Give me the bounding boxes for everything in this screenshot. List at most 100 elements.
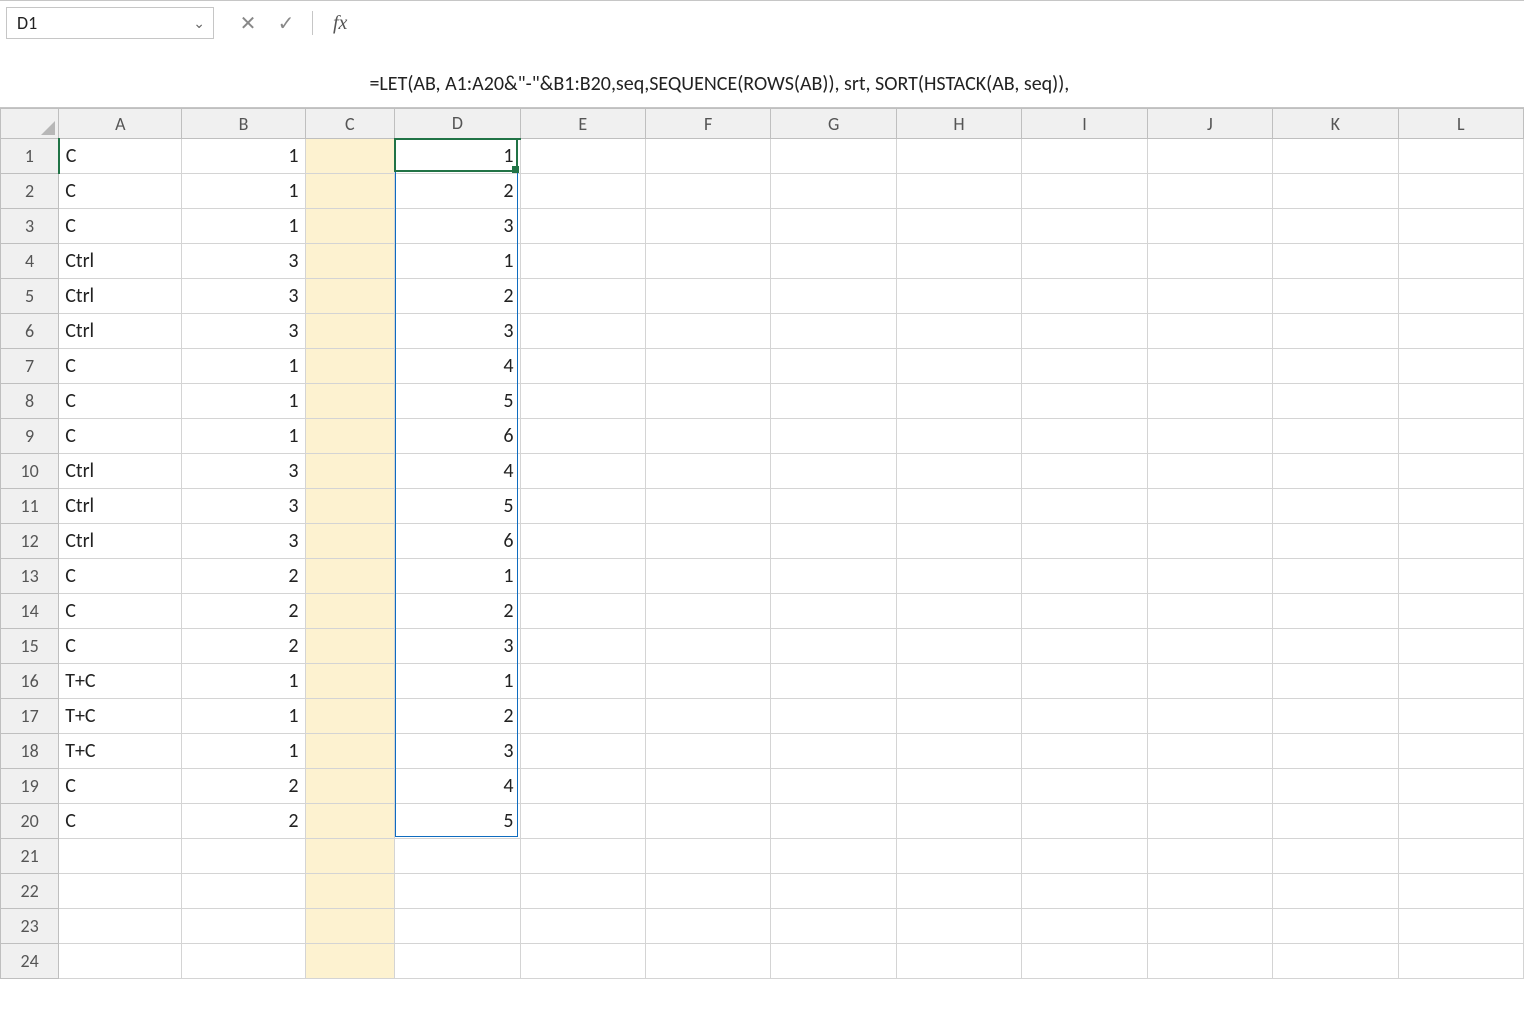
cell[interactable]: 2 [395,699,520,734]
cell[interactable] [896,874,1021,909]
cell[interactable] [1147,489,1272,524]
cell[interactable] [1147,769,1272,804]
cell[interactable] [771,139,896,174]
cell[interactable] [645,734,770,769]
cell[interactable] [305,594,395,629]
column-header[interactable]: B [182,109,305,139]
row-header[interactable]: 11 [1,489,59,524]
cell[interactable] [1273,874,1398,909]
cell[interactable] [1273,944,1398,979]
cell[interactable] [1398,314,1523,349]
cell[interactable] [1022,874,1147,909]
row-header[interactable]: 3 [1,209,59,244]
cell[interactable]: 1 [182,419,305,454]
cell[interactable] [1398,944,1523,979]
cell[interactable]: 6 [395,419,520,454]
cell[interactable]: 2 [182,804,305,839]
cell[interactable]: 1 [182,209,305,244]
cell[interactable] [896,314,1021,349]
cell[interactable] [520,944,645,979]
cell[interactable] [1147,524,1272,559]
cell[interactable] [896,279,1021,314]
cell[interactable] [305,559,395,594]
cell[interactable] [520,454,645,489]
cell[interactable] [59,909,182,944]
cell[interactable] [1273,699,1398,734]
cell[interactable] [1398,629,1523,664]
cell[interactable] [1147,419,1272,454]
cell[interactable] [1147,384,1272,419]
cell[interactable] [771,839,896,874]
row-header[interactable]: 12 [1,524,59,559]
column-header[interactable]: J [1147,109,1272,139]
cell[interactable] [182,909,305,944]
cell[interactable] [771,769,896,804]
cell[interactable] [771,209,896,244]
cell[interactable] [1398,174,1523,209]
column-header[interactable]: I [1022,109,1147,139]
cell[interactable] [771,314,896,349]
cell[interactable] [645,699,770,734]
column-header[interactable]: E [520,109,645,139]
cell[interactable] [305,489,395,524]
cell[interactable] [1273,559,1398,594]
cell[interactable] [896,209,1021,244]
cell[interactable]: 2 [395,174,520,209]
cell[interactable] [645,944,770,979]
cell[interactable]: 3 [182,454,305,489]
cell[interactable] [1398,279,1523,314]
cell[interactable] [305,909,395,944]
chevron-down-icon[interactable]: ⌄ [193,15,205,32]
cell[interactable] [1398,139,1523,174]
cell[interactable] [1273,594,1398,629]
cell[interactable] [645,489,770,524]
cell[interactable] [771,734,896,769]
cell[interactable]: 3 [182,314,305,349]
cell[interactable] [1398,769,1523,804]
row-header[interactable]: 22 [1,874,59,909]
cell[interactable] [520,524,645,559]
cell[interactable] [771,244,896,279]
cell[interactable] [520,314,645,349]
row-header[interactable]: 16 [1,664,59,699]
row-header[interactable]: 7 [1,349,59,384]
cell[interactable] [771,594,896,629]
column-header[interactable]: A [59,109,182,139]
cell[interactable] [520,594,645,629]
cell[interactable] [520,909,645,944]
row-header[interactable]: 13 [1,559,59,594]
cell[interactable] [771,909,896,944]
cells-grid[interactable]: ABCDEFGHIJKL 1C112C123C134Ctrl315Ctrl326… [0,108,1524,979]
cell[interactable] [1022,244,1147,279]
cell[interactable] [645,209,770,244]
cell[interactable] [520,629,645,664]
cell[interactable] [305,734,395,769]
cell[interactable] [1398,594,1523,629]
cell[interactable] [1147,594,1272,629]
cell[interactable] [1398,524,1523,559]
row-header[interactable]: 20 [1,804,59,839]
row-header[interactable]: 2 [1,174,59,209]
cell[interactable] [1398,664,1523,699]
cell[interactable] [520,174,645,209]
cell[interactable]: C [59,804,182,839]
cell[interactable] [896,734,1021,769]
cell[interactable] [520,349,645,384]
cell[interactable]: 2 [395,279,520,314]
cell[interactable] [1147,279,1272,314]
cell[interactable]: 1 [182,174,305,209]
cell[interactable] [305,524,395,559]
cell[interactable] [771,489,896,524]
cell[interactable] [1022,139,1147,174]
cell[interactable] [1273,839,1398,874]
cell[interactable] [771,559,896,594]
cell[interactable] [896,944,1021,979]
cell[interactable]: T+C [59,699,182,734]
cell[interactable] [1273,909,1398,944]
cell[interactable] [645,664,770,699]
cell[interactable] [645,384,770,419]
cell[interactable]: 2 [182,559,305,594]
cell[interactable] [896,769,1021,804]
cell[interactable] [1022,454,1147,489]
cell[interactable] [1147,699,1272,734]
